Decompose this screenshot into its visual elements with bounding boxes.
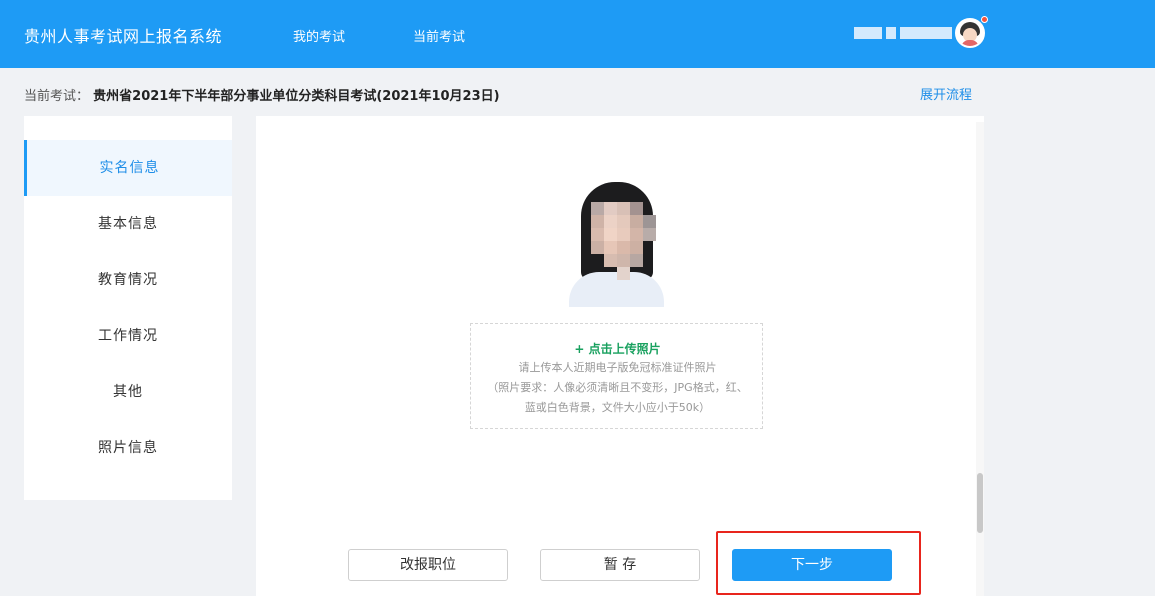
current-exam-label: 当前考试： (24, 89, 90, 104)
next-step-button[interactable]: 下一步 (732, 549, 892, 581)
current-exam-line: 当前考试： 贵州省2021年下半年部分事业单位分类科目考试(2021年10月23… (24, 85, 500, 104)
photo-upload-area[interactable]: + 点击上传照片 请上传本人近期电子版免冠标准证件照片 （照片要求：人像必须清晰… (470, 323, 763, 429)
top-header: 贵州人事考试网上报名系统 我的考试 当前考试 (0, 0, 1155, 68)
sidebar: 实名信息 基本信息 教育情况 工作情况 其他 照片信息 (24, 116, 232, 500)
sidebar-item-basic-info[interactable]: 基本信息 (24, 196, 232, 252)
nav-my-exams[interactable]: 我的考试 (293, 26, 345, 45)
current-exam-name: 贵州省2021年下半年部分事业单位分类科目考试(2021年10月23日) (93, 89, 500, 104)
change-position-button[interactable]: 改报职位 (348, 549, 508, 581)
upload-instructions-line2: （照片要求：人像必须清晰且不变形，JPG格式，红、 (487, 381, 748, 394)
sidebar-item-education[interactable]: 教育情况 (24, 252, 232, 308)
sidebar-item-real-name[interactable]: 实名信息 (24, 140, 232, 196)
avatar-body (961, 40, 979, 46)
scrollbar-thumb[interactable] (977, 473, 983, 533)
nav-current-exam[interactable]: 当前考试 (413, 26, 465, 45)
notification-dot (981, 16, 988, 23)
upload-photo-link[interactable]: + 点击上传照片 (471, 340, 764, 357)
sidebar-item-other[interactable]: 其他 (24, 364, 232, 420)
user-name-blurred[interactable] (854, 23, 954, 43)
avatar[interactable] (955, 18, 985, 48)
sidebar-item-photo[interactable]: 照片信息 (24, 420, 232, 476)
save-draft-button[interactable]: 暂 存 (540, 549, 700, 581)
id-photo (569, 180, 664, 307)
expand-process-link[interactable]: 展开流程 (920, 84, 972, 103)
app-title: 贵州人事考试网上报名系统 (24, 27, 223, 46)
sidebar-item-work[interactable]: 工作情况 (24, 308, 232, 364)
upload-instructions: 请上传本人近期电子版免冠标准证件照片 （照片要求：人像必须清晰且不变形，JPG格… (481, 358, 754, 418)
upload-instructions-line1: 请上传本人近期电子版免冠标准证件照片 (518, 361, 717, 374)
upload-instructions-line3: 蓝或白色背景，文件大小应小于50k） (524, 401, 711, 414)
